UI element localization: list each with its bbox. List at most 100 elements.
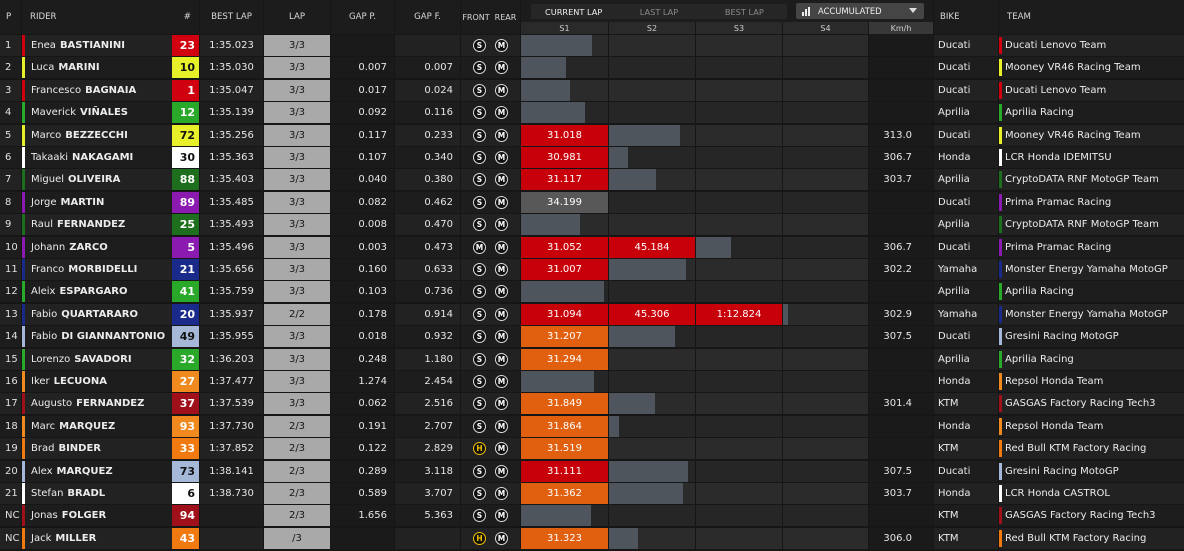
best-lap-time: 1:38.141: [200, 460, 263, 482]
table-row[interactable]: 15 Lorenzo SAVADORI 32 1:36.203 3/3 0.248 1.180…: [0, 348, 1184, 371]
top-speed: 306.0: [869, 527, 933, 549]
table-row[interactable]: 18 Marc MARQUEZ 93 1:37.730 2/3 0.191 2.707 S M 31…: [0, 415, 1184, 438]
rider-name[interactable]: Enea BASTIANINI: [25, 35, 172, 56]
table-row[interactable]: 10 Johann ZARCO 5 1:35.496 3/3 0.003 0.473 M M 31.…: [0, 236, 1184, 259]
front-tyre-icon: S: [473, 218, 486, 232]
table-row[interactable]: NC Jonas FOLGER 94 2/3 1.656 5.363 S M KTM GASGAS …: [0, 505, 1184, 527]
rider-name[interactable]: Miguel OLIVEIRA: [25, 169, 172, 191]
gap-previous: 0.289: [331, 460, 394, 482]
table-row[interactable]: 16 Iker LECUONA 27 1:37.477 3/3 1.274 2.454 S M Ho…: [0, 371, 1184, 393]
sector-1-time: 31.111: [547, 465, 582, 477]
team-label: Aprilia Racing: [1005, 107, 1074, 119]
table-row[interactable]: 2 Luca MARINI 10 1:35.030 3/3 0.007 0.007 S M Duca…: [0, 57, 1184, 79]
rider-last-name: FERNANDEZ: [56, 219, 126, 231]
top-speed: [869, 57, 933, 79]
rider-name[interactable]: Johann ZARCO: [25, 236, 172, 258]
rider-name[interactable]: Brad BINDER: [25, 438, 172, 460]
table-row[interactable]: 19 Brad BINDER 33 1:37.852 2/3 0.122 2.829 H M 31.…: [0, 438, 1184, 460]
sector-1-time: 31.864: [547, 420, 582, 432]
sector-3-cell: [696, 393, 782, 415]
team-label: Monster Energy Yamaha MotoGP: [1005, 264, 1168, 275]
rider-number: 73: [172, 460, 199, 482]
sector-3-cell: [696, 281, 782, 303]
table-row[interactable]: 7 Miguel OLIVEIRA 88 1:35.403 3/3 0.040 0.380 S M…: [0, 169, 1184, 191]
rider-name[interactable]: Raul FERNANDEZ: [25, 214, 172, 236]
header-team: TEAM: [999, 0, 1184, 34]
table-row[interactable]: 12 Aleix ESPARGARO 41 1:35.759 3/3 0.103 0.736 S…: [0, 281, 1184, 303]
rider-name[interactable]: Iker LECUONA: [25, 371, 172, 392]
gap-first: 2.829: [395, 438, 460, 460]
rider-name[interactable]: Fabio DI GIANNANTONIO: [25, 326, 172, 348]
table-row[interactable]: 4 Maverick VIÑALES 12 1:35.139 3/3 0.092 0.116 S…: [0, 102, 1184, 124]
best-lap-time: 1:35.256: [200, 124, 263, 146]
rider-name[interactable]: Jonas FOLGER: [25, 505, 172, 527]
table-row[interactable]: 21 Stefan BRADL 6 1:38.730 2/3 0.589 3.707 S M 31.…: [0, 483, 1184, 505]
sector-1-time: 31.207: [547, 331, 582, 343]
table-row[interactable]: 3 Francesco BAGNAIA 1 1:35.047 3/3 0.017 0.024 S…: [0, 79, 1184, 102]
best-lap-time: 1:38.730: [200, 483, 263, 504]
time-mode-dropdown[interactable]: ACCUMULATED: [796, 3, 924, 19]
rider-name[interactable]: Takaaki NAKAGAMI: [25, 147, 172, 168]
rider-name[interactable]: Marc MARQUEZ: [25, 415, 172, 437]
team-label: LCR Honda IDEMITSU: [1005, 152, 1112, 163]
rider-first-name: Jorge: [31, 196, 57, 208]
rider-name[interactable]: Maverick VIÑALES: [25, 102, 172, 124]
rider-name[interactable]: Lorenzo SAVADORI: [25, 348, 172, 370]
sector-2-progress-bar: [609, 169, 656, 191]
rider-name[interactable]: Stefan BRADL: [25, 483, 172, 504]
rider-name[interactable]: Aleix ESPARGARO: [25, 281, 172, 303]
rider-first-name: Iker: [31, 376, 50, 387]
rider-name[interactable]: Alex MARQUEZ: [25, 460, 172, 482]
table-row[interactable]: 11 Franco MORBIDELLI 21 1:35.656 3/3 0.160 0.63…: [0, 259, 1184, 281]
table-row[interactable]: 6 Takaaki NAKAGAMI 30 1:35.363 3/3 0.107 0.340 S…: [0, 147, 1184, 169]
team-label: Prima Pramac Racing: [1005, 241, 1112, 253]
sector-2-progress-bar: [609, 527, 638, 549]
rider-name[interactable]: Jorge MARTIN: [25, 191, 172, 213]
rider-name[interactable]: Francesco BAGNAIA: [25, 79, 172, 101]
rider-name[interactable]: Franco MORBIDELLI: [25, 259, 172, 280]
rider-number: 5: [172, 236, 199, 258]
table-row[interactable]: NC Jack MILLER 43/3 H M 31.323 306.0 KTM Red Bull…: [0, 527, 1184, 550]
table-row[interactable]: 17 Augusto FERNANDEZ 37 1:37.539 3/3 0.062 2.51…: [0, 393, 1184, 415]
table-row[interactable]: 13 Fabio QUARTARARO 20 1:35.937 2/2 0.178 0.914…: [0, 303, 1184, 326]
front-tyre-icon: H: [473, 531, 486, 545]
rider-name[interactable]: Fabio QUARTARARO: [25, 303, 172, 325]
sector-1-time: 31.007: [547, 264, 582, 275]
team-color-strip: [999, 395, 1002, 413]
header-sector-3: S3: [696, 22, 782, 34]
rider-name[interactable]: Luca MARINI: [25, 57, 172, 79]
tyre-cell: HM: [461, 527, 520, 549]
table-row[interactable]: 5 Marco BEZZECCHI 72 1:35.256 3/3 0.117 0.233 S M…: [0, 124, 1184, 147]
table-row[interactable]: 20 Alex MARQUEZ 73 1:38.141 2/3 0.289 3.118 S M 31…: [0, 460, 1184, 483]
front-tyre-icon: S: [473, 375, 486, 388]
team-label: Ducati Lenovo Team: [1005, 84, 1107, 96]
tab-best-lap[interactable]: BEST LAP: [702, 7, 787, 17]
gap-previous: [331, 35, 394, 56]
team-name: Monster Energy Yamaha MotoGP: [999, 259, 1184, 280]
best-lap-time: 1:35.363: [200, 147, 263, 168]
sector-4-cell: [783, 259, 868, 280]
rear-tyre-icon: M: [495, 442, 508, 456]
gap-first: 1.180: [395, 348, 460, 370]
table-row[interactable]: 1 Enea BASTIANINI 23 1:35.023 3/3 S M Ducati Duca…: [0, 35, 1184, 57]
team-name: Ducati Lenovo Team: [999, 35, 1184, 56]
sector-1-time: 31.094: [547, 308, 582, 320]
rider-name[interactable]: Jack MILLER: [25, 527, 172, 549]
position-cell: 10: [0, 236, 21, 258]
table-row[interactable]: 14 Fabio DI GIANNANTONIO 49 1:35.955 3/3 0.018…: [0, 326, 1184, 348]
table-row[interactable]: 8 Jorge MARTIN 89 1:35.485 3/3 0.082 0.462 S M 34.…: [0, 191, 1184, 214]
rear-tyre-icon: M: [495, 61, 508, 75]
front-tyre-icon: S: [473, 106, 486, 120]
gap-first: 0.633: [395, 259, 460, 280]
rear-tyre-icon: M: [495, 487, 508, 500]
rider-first-name: Miguel: [31, 174, 65, 186]
table-row[interactable]: 9 Raul FERNANDEZ 25 1:35.493 3/3 0.008 0.470 S M A…: [0, 214, 1184, 236]
gap-previous: 0.117: [331, 124, 394, 146]
rider-name[interactable]: Marco BEZZECCHI: [25, 124, 172, 146]
sector-2-time: 45.184: [634, 241, 670, 253]
team-label: CryptoDATA RNF MotoGP Team: [1005, 219, 1159, 231]
tab-current-lap[interactable]: CURRENT LAP: [531, 7, 616, 17]
team-label: Gresini Racing MotoGP: [1005, 465, 1119, 477]
rider-name[interactable]: Augusto FERNANDEZ: [25, 393, 172, 415]
tab-last-lap[interactable]: LAST LAP: [616, 7, 701, 17]
